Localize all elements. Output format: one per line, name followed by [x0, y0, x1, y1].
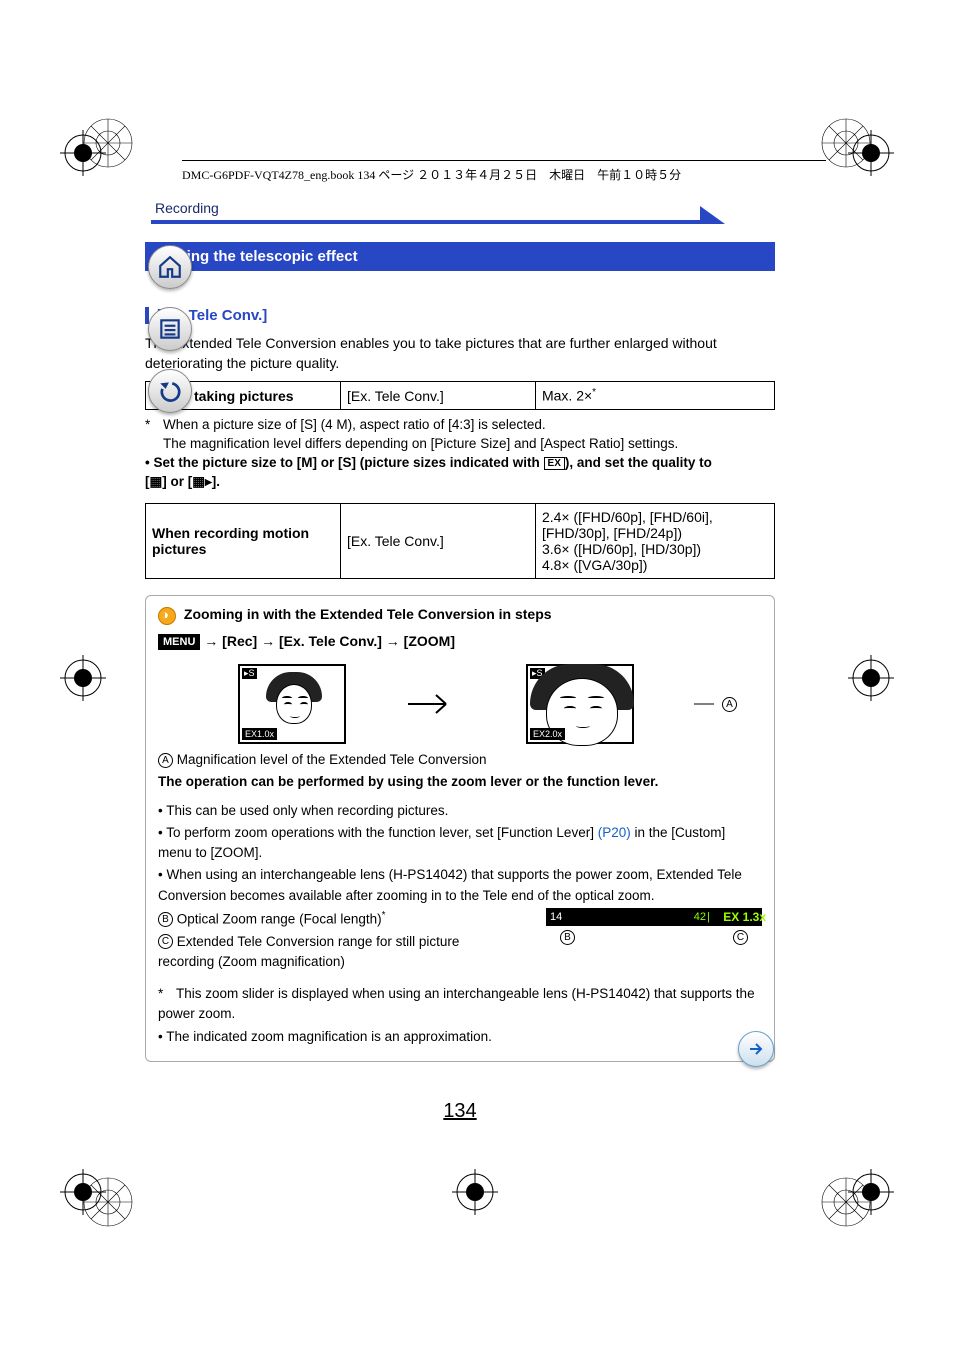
tip-title: Zooming in with the Extended Tele Conver…	[184, 606, 552, 622]
menu-flow: MENU → [Rec] → [Ex. Tele Conv.] → [ZOOM]	[158, 633, 762, 650]
section-label: Recording	[155, 200, 775, 216]
zoom-ex-value: EX 1.3x	[718, 908, 766, 926]
reg-mark-bot-center	[452, 1169, 498, 1218]
text: 3.6× ([HD/60p], [HD/30p])	[542, 541, 768, 557]
circle-b: B	[158, 912, 173, 927]
page-content: Recording Raising the telescopic effect …	[135, 140, 785, 1095]
circle-a: A	[158, 753, 173, 768]
sup: *	[382, 910, 386, 921]
pdf-nav-sidebar	[148, 245, 192, 413]
subsection-heading: [Ex. Tele Conv.]	[145, 307, 775, 324]
table-motion-pictures: When recording motion pictures [Ex. Tele…	[145, 503, 775, 579]
text: Magnification level of the Extended Tele…	[177, 752, 487, 767]
tip-box: Zooming in with the Extended Tele Conver…	[145, 595, 775, 1061]
rosette-icon	[80, 115, 136, 174]
example-image-2: ▸S EX2.0x	[526, 664, 634, 744]
callout-a-label: A	[722, 697, 737, 712]
bold-note: • Set the picture size to [M] or [S] (pi…	[145, 454, 775, 473]
text: • To perform zoom operations with the fu…	[158, 825, 598, 840]
reg-mark-mid-left	[60, 655, 106, 704]
bullet: • When using an interchangeable lens (H-…	[158, 865, 762, 906]
bullet: • The indicated zoom magnification is an…	[158, 1027, 762, 1047]
next-page-button[interactable]	[738, 1031, 774, 1067]
example-image-1: ▸S EX1.0x	[238, 664, 346, 744]
rosette-icon	[80, 1174, 136, 1233]
zoom-left-value: 14	[550, 909, 562, 926]
text: → [Rec] → [Ex. Tele Conv.] → [ZOOM]	[204, 633, 455, 649]
circle-c: C	[158, 934, 173, 949]
zoom-tick: |	[707, 909, 710, 926]
table-cell: [Ex. Tele Conv.]	[340, 382, 535, 410]
page-link[interactable]: (P20)	[598, 825, 631, 840]
example-images-row: ▸S EX1.0x ▸S EX2.0x	[238, 664, 762, 744]
callout-line: A	[694, 697, 737, 712]
text: 2.4× ([FHD/60p], [FHD/60i], [FHD/30p], […	[542, 509, 768, 541]
asterisk: *	[145, 416, 163, 435]
table-cell: Max. 2×*	[535, 382, 774, 410]
table-cell: When recording motion pictures	[146, 504, 341, 579]
zoom-labels: B C	[546, 926, 762, 945]
zoom-right-value: 42	[694, 909, 706, 926]
tip-body: A Magnification level of the Extended Te…	[158, 750, 762, 1047]
home-button[interactable]	[148, 245, 192, 289]
zoom-bar-figure: 14 | 42 EX 1.3x B C	[546, 908, 762, 945]
label: EX1.0x	[242, 728, 277, 740]
quality-icons-row: [▦] or [▦▸].	[145, 473, 775, 492]
circle-c: C	[733, 930, 748, 945]
badge: ▸S	[242, 668, 257, 679]
bulb-icon	[158, 607, 176, 625]
rosette-icon	[818, 1174, 874, 1233]
asterisk: *	[158, 984, 176, 1004]
text: When a picture size of [S] (4 M), aspect…	[163, 417, 546, 432]
page-title: Raising the telescopic effect	[145, 242, 775, 271]
label: EX2.0x	[530, 728, 565, 740]
tip-header: Zooming in with the Extended Tele Conver…	[158, 606, 762, 624]
zoom-track: 14 | 42 EX 1.3x	[546, 908, 762, 926]
rosette-icon	[818, 115, 874, 174]
section-rule	[151, 220, 711, 224]
table-cell: [Ex. Tele Conv.]	[340, 504, 535, 579]
footnotes-1: *When a picture size of [S] (4 M), aspec…	[145, 416, 775, 492]
text: 4.8× ([VGA/30p])	[542, 557, 768, 573]
menu-chip: MENU	[158, 634, 200, 650]
intro-text: The Extended Tele Conversion enables you…	[145, 334, 775, 373]
circle-b: B	[560, 930, 575, 945]
bullet: • This can be used only when recording p…	[158, 801, 762, 821]
arrow-icon	[406, 689, 466, 719]
table-cell: 2.4× ([FHD/60p], [FHD/60i], [FHD/30p], […	[535, 504, 774, 579]
text: The magnification level differs dependin…	[163, 436, 678, 451]
text: This zoom slider is displayed when using…	[158, 986, 755, 1021]
bullet: • To perform zoom operations with the fu…	[158, 823, 762, 864]
table-still-pictures: When taking pictures [Ex. Tele Conv.] Ma…	[145, 381, 775, 410]
text: Extended Tele Conversion range for still…	[158, 934, 459, 969]
text: Optical Zoom range (Focal length)	[177, 911, 382, 926]
sup: *	[592, 387, 596, 398]
ex-icon: EX	[544, 457, 565, 470]
toc-button[interactable]	[148, 307, 192, 351]
back-button[interactable]	[148, 369, 192, 413]
page-number: 134	[135, 1100, 785, 1123]
text: • Set the picture size to [M] or [S] (pi…	[145, 455, 544, 470]
reg-mark-mid-right	[848, 655, 894, 704]
text: ), and set the quality to	[565, 455, 712, 470]
text: Max. 2×	[542, 388, 592, 404]
bold-text: The operation can be performed by using …	[158, 772, 762, 792]
